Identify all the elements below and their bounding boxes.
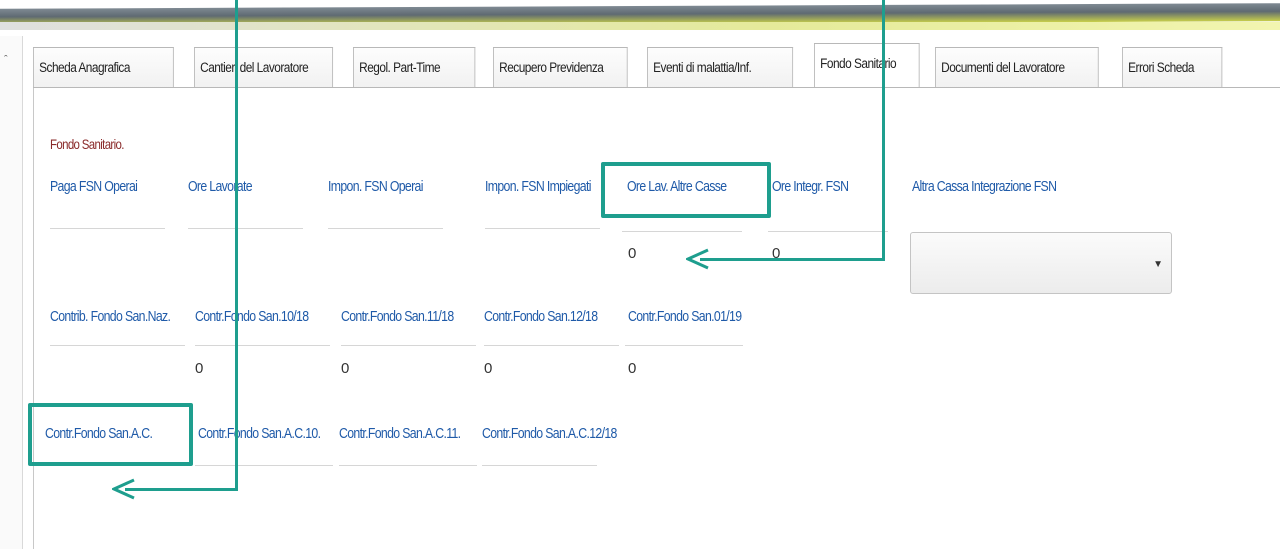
field-contr-fondo-san-10-18[interactable]: [195, 345, 330, 346]
tab-scheda-anagrafica[interactable]: Scheda Anagrafica: [33, 47, 174, 88]
tab-eventi-malattia[interactable]: Eventi di malattia/Inf.: [647, 47, 794, 88]
label-contrib-fondo-san-naz: Contrib. Fondo San.Naz.: [50, 308, 171, 325]
tab-regol-part-time[interactable]: Regol. Part-Time: [353, 47, 476, 88]
label-impon-fsn-operai: Impon. FSN Operai: [328, 178, 423, 195]
highlight-box-ore-lav-altre-casse: [601, 162, 771, 218]
tab-divider: [33, 87, 1280, 88]
field-contr-fondo-san-12-18[interactable]: [484, 345, 619, 346]
label-contr-fondo-san-01-19: Contr.Fondo San.01/19: [628, 308, 742, 325]
annotation-line-left-horizontal: [125, 488, 238, 491]
field-impon-fsn-impiegati[interactable]: [485, 228, 600, 229]
field-contr-fondo-san-11-18[interactable]: [341, 345, 476, 346]
annotation-line-right-horizontal: [700, 258, 885, 261]
value-ore-lav-altre-casse: 0: [628, 245, 636, 262]
tab-cantieri-lavoratore[interactable]: Cantieri del Lavoratore: [194, 47, 334, 88]
highlight-box-contr-fondo-san-ac: [28, 403, 193, 466]
label-impon-fsn-impiegati: Impon. FSN Impiegati: [485, 178, 591, 195]
field-contr-fondo-san-ac-11[interactable]: [339, 465, 477, 466]
arrow-left-icon: [686, 248, 709, 270]
field-contrib-fondo-san-naz[interactable]: [50, 345, 185, 346]
label-contr-fondo-san-11-18: Contr.Fondo San.11/18: [341, 308, 454, 325]
tab-recupero-previdenza[interactable]: Recupero Previdenza: [493, 47, 628, 88]
value-contr-fondo-san-11-18: 0: [341, 360, 349, 377]
label-contr-fondo-san-ac-11: Contr.Fondo San.A.C.11.: [339, 425, 461, 442]
value-contr-fondo-san-10-18: 0: [195, 360, 203, 377]
field-impon-fsn-operai[interactable]: [328, 228, 443, 229]
annotation-line-right-vertical: [882, 0, 885, 260]
arrow-left-icon: [112, 478, 135, 500]
caret-up-icon[interactable]: ˆ: [4, 54, 8, 66]
section-title: Fondo Sanitario.: [50, 136, 124, 152]
value-contr-fondo-san-12-18: 0: [484, 360, 492, 377]
field-contr-fondo-san-ac-12-18[interactable]: [482, 465, 597, 466]
label-altra-cassa-integrazione: Altra Cassa Integrazione FSN: [912, 178, 1057, 195]
altra-cassa-select[interactable]: ▼: [910, 232, 1172, 294]
annotation-line-left-vertical: [235, 0, 238, 490]
tab-errori-scheda[interactable]: Errori Scheda: [1122, 47, 1223, 88]
tab-fondo-sanitario[interactable]: Fondo Sanitario: [814, 43, 920, 88]
tab-bar: Scheda Anagrafica Cantieri del Lavorator…: [33, 43, 1237, 88]
panel-border: [33, 88, 34, 549]
value-contr-fondo-san-01-19: 0: [628, 360, 636, 377]
triangle-down-icon[interactable]: ▼: [1153, 259, 1163, 270]
field-ore-integr-fsn[interactable]: [768, 231, 888, 232]
label-ore-integr-fsn: Ore Integr. FSN: [772, 178, 849, 195]
field-paga-fsn-operai[interactable]: [50, 228, 165, 229]
field-ore-lavorate[interactable]: [188, 228, 303, 229]
label-contr-fondo-san-10-18: Contr.Fondo San.10/18: [195, 308, 309, 325]
window-top-strip: [0, 22, 1280, 30]
label-contr-fondo-san-12-18: Contr.Fondo San.12/18: [484, 308, 598, 325]
label-paga-fsn-operai: Paga FSN Operai: [50, 178, 138, 195]
label-contr-fondo-san-ac-10: Contr.Fondo San.A.C.10.: [198, 425, 321, 442]
field-ore-lav-altre-casse[interactable]: [622, 231, 742, 232]
field-contr-fondo-san-01-19[interactable]: [625, 345, 743, 346]
left-gutter: ˆ: [0, 36, 23, 549]
field-contr-fondo-san-ac-10[interactable]: [195, 465, 333, 466]
label-ore-lavorate: Ore Lavorate: [188, 178, 253, 195]
tab-documenti-lavoratore[interactable]: Documenti del Lavoratore: [935, 47, 1099, 88]
label-contr-fondo-san-ac-12-18: Contr.Fondo San.A.C.12/18: [482, 425, 617, 442]
